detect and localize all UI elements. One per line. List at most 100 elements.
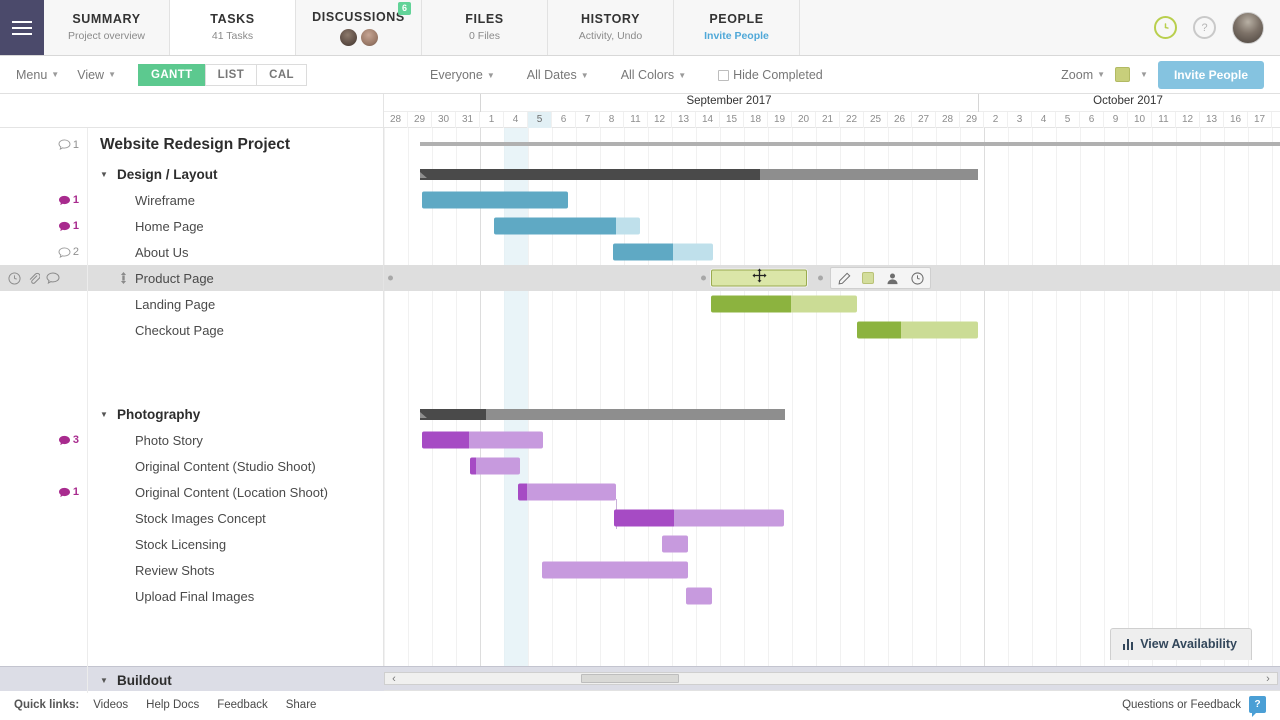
timeline-row-group-design[interactable] xyxy=(384,161,1280,187)
list-row-task[interactable]: Stock Licensing xyxy=(0,531,383,557)
list-row-task[interactable]: Review Shots xyxy=(0,557,383,583)
collapse-triangle-icon[interactable]: ▼ xyxy=(100,410,108,419)
tab-tasks[interactable]: TASKS 41 Tasks xyxy=(170,0,296,55)
comment-icon[interactable] xyxy=(46,272,60,284)
summary-bar-design[interactable] xyxy=(420,169,978,180)
footer-link-feedback[interactable]: Feedback xyxy=(217,699,268,711)
menu-dropdown[interactable]: Menu ▼ xyxy=(16,68,59,82)
timeline-row-task[interactable] xyxy=(384,213,1280,239)
list-row-task[interactable]: 1 Wireframe xyxy=(0,187,383,213)
tab-people-invite-link[interactable]: Invite People xyxy=(704,30,769,43)
filter-all-colors[interactable]: All Colors ▼ xyxy=(621,68,686,82)
comment-count[interactable]: 1 xyxy=(58,220,79,232)
filter-all-dates[interactable]: All Dates ▼ xyxy=(527,68,589,82)
bar-about-us[interactable] xyxy=(613,243,713,261)
list-row-group-design[interactable]: ▼ Design / Layout xyxy=(0,161,383,187)
timeline-row-task[interactable] xyxy=(384,453,1280,479)
footer-link-share[interactable]: Share xyxy=(286,699,317,711)
clock-icon[interactable] xyxy=(1154,16,1177,39)
invite-people-button[interactable]: Invite People xyxy=(1157,60,1264,89)
bar-landing-page[interactable] xyxy=(711,295,857,313)
comment-count[interactable]: 3 xyxy=(58,434,79,446)
tab-history[interactable]: HISTORY Activity, Undo xyxy=(548,0,674,55)
list-row-task[interactable]: Landing Page xyxy=(0,291,383,317)
filter-everyone[interactable]: Everyone ▼ xyxy=(430,68,495,82)
horizontal-scrollbar[interactable]: ‹ › xyxy=(384,672,1278,685)
view-availability-button[interactable]: View Availability xyxy=(1109,628,1252,660)
resize-dot-outer[interactable] xyxy=(818,275,823,281)
scrollbar-thumb[interactable] xyxy=(581,674,679,683)
bar-action-toolbar[interactable] xyxy=(830,267,931,289)
paperclip-icon[interactable] xyxy=(27,272,40,285)
list-row-group-buildout[interactable]: ▼ Buildout xyxy=(0,667,383,693)
bar-review-shots[interactable] xyxy=(542,561,688,579)
chevron-down-icon[interactable]: ▼ xyxy=(1140,70,1148,79)
help-badge-icon[interactable]: ? xyxy=(1249,696,1266,717)
clock-icon[interactable] xyxy=(8,271,21,285)
comment-count[interactable]: 1 xyxy=(58,486,79,498)
timeline-row-task[interactable] xyxy=(384,505,1280,531)
view-dropdown[interactable]: View ▼ xyxy=(77,68,116,82)
footer-link-videos[interactable]: Videos xyxy=(93,699,128,711)
list-row-project[interactable]: 1 Website Redesign Project xyxy=(0,128,383,161)
resize-dot-left[interactable] xyxy=(388,275,393,281)
timeline-row-task[interactable] xyxy=(384,427,1280,453)
bar-checkout-page[interactable] xyxy=(857,321,978,339)
summary-bar-photography[interactable] xyxy=(420,409,785,420)
timeline-row-task[interactable] xyxy=(384,479,1280,529)
timeline-row-group-photography[interactable] xyxy=(384,401,1280,427)
timeline-pane[interactable]: September 2017 October 2017 28 29 30 31 1 4 5 6… xyxy=(384,94,1280,666)
view-gantt-button[interactable]: GANTT xyxy=(138,63,205,86)
timeline-row-task[interactable] xyxy=(384,291,1280,317)
tab-people[interactable]: PEOPLE Invite People xyxy=(674,0,800,55)
help-icon[interactable]: ? xyxy=(1193,16,1216,39)
list-row-task[interactable]: 1 Original Content (Location Shoot) xyxy=(0,479,383,505)
list-row-task[interactable]: Stock Images Concept xyxy=(0,505,383,531)
bar-product-page[interactable] xyxy=(711,269,807,287)
timeline-row-task[interactable] xyxy=(384,583,1280,609)
timeline-row-task[interactable] xyxy=(384,239,1280,265)
bar-home-page[interactable] xyxy=(494,217,640,235)
hide-completed-checkbox[interactable]: Hide Completed xyxy=(718,68,823,82)
list-row-task[interactable]: Original Content (Studio Shoot) xyxy=(0,453,383,479)
color-swatch-icon[interactable] xyxy=(1115,67,1131,82)
list-row-group-photography[interactable]: ▼ Photography xyxy=(0,401,383,427)
timeline-row-task[interactable] xyxy=(384,531,1280,557)
tab-files[interactable]: FILES 0 Files xyxy=(422,0,548,55)
tab-summary[interactable]: SUMMARY Project overview xyxy=(44,0,170,55)
resize-dot-right[interactable] xyxy=(701,275,706,281)
bar-location-shoot[interactable] xyxy=(518,483,616,501)
tab-discussions[interactable]: 6 DISCUSSIONS xyxy=(296,0,422,55)
timeline-row-task[interactable] xyxy=(384,317,1280,343)
comment-count[interactable]: 1 xyxy=(58,194,79,206)
hamburger-menu-icon[interactable] xyxy=(0,0,44,55)
collapse-triangle-icon[interactable]: ▼ xyxy=(100,170,108,179)
comment-count[interactable]: 2 xyxy=(58,246,79,258)
view-cal-button[interactable]: CAL xyxy=(256,63,307,86)
footer-link-help-docs[interactable]: Help Docs xyxy=(146,699,199,711)
questions-or-feedback-label[interactable]: Questions or Feedback xyxy=(1122,699,1241,711)
timeline-row-task[interactable] xyxy=(384,187,1280,213)
pencil-icon[interactable] xyxy=(837,271,851,285)
bar-photo-story[interactable] xyxy=(422,431,543,449)
clock-icon[interactable] xyxy=(910,271,924,285)
bar-stock-licensing[interactable] xyxy=(662,535,688,553)
user-avatar[interactable] xyxy=(1232,11,1264,44)
bar-studio-shoot[interactable] xyxy=(470,457,520,475)
list-row-task[interactable]: 2 About Us xyxy=(0,239,383,265)
list-row-task[interactable]: 3 Photo Story xyxy=(0,427,383,453)
bar-wireframe[interactable] xyxy=(422,191,568,209)
list-row-task-selected[interactable]: Product Page xyxy=(0,265,383,291)
comment-count[interactable]: 1 xyxy=(58,139,79,151)
list-row-task[interactable]: 1 Home Page xyxy=(0,213,383,239)
drag-handle-icon[interactable] xyxy=(120,272,127,284)
zoom-dropdown[interactable]: Zoom ▼ xyxy=(1061,68,1105,82)
timeline-row-task[interactable] xyxy=(384,557,1280,583)
person-icon[interactable] xyxy=(885,271,899,285)
timeline-row-task-selected[interactable] xyxy=(384,265,1280,291)
list-row-task[interactable]: Upload Final Images xyxy=(0,583,383,609)
bar-upload-final-images[interactable] xyxy=(686,587,712,605)
bar-stock-images-concept[interactable] xyxy=(614,509,784,527)
list-row-task[interactable]: Checkout Page xyxy=(0,317,383,343)
scroll-right-arrow-icon[interactable]: › xyxy=(1259,672,1277,685)
